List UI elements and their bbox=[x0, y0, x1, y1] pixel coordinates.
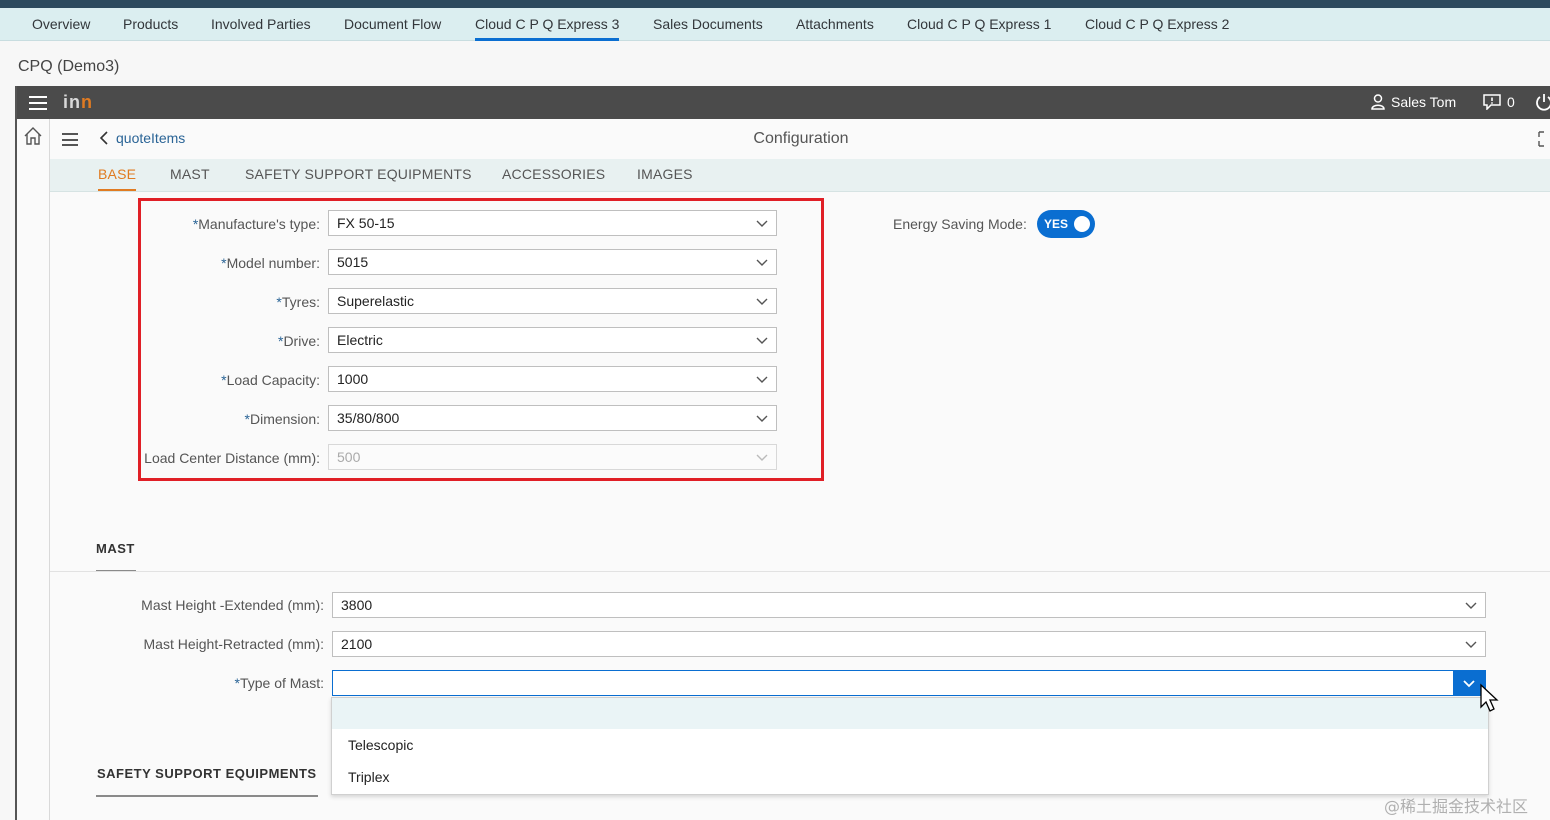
notifications[interactable]: 0 bbox=[1483, 94, 1515, 110]
tab-attachments[interactable]: Attachments bbox=[796, 8, 874, 40]
notification-count: 0 bbox=[1507, 94, 1515, 110]
logo: inn bbox=[63, 92, 93, 112]
expand-icon[interactable] bbox=[1538, 131, 1550, 147]
tab-cpq-express-3[interactable]: Cloud C P Q Express 3 bbox=[475, 8, 620, 41]
energy-saving-label: Energy Saving Mode: bbox=[893, 216, 1027, 232]
mast-height-extended-select[interactable]: 3800 bbox=[332, 592, 1486, 618]
tab-document-flow[interactable]: Document Flow bbox=[344, 8, 441, 40]
tab-safety-support-equipments[interactable]: SAFETY SUPPORT EQUIPMENTS bbox=[245, 166, 472, 182]
power-icon[interactable] bbox=[1536, 92, 1550, 112]
home-icon[interactable] bbox=[24, 127, 42, 145]
main-menu-icon[interactable] bbox=[29, 96, 47, 110]
page-title: CPQ (Demo3) bbox=[18, 58, 120, 75]
mouse-cursor-icon bbox=[1480, 683, 1499, 712]
object-tab-bar: Overview Products Involved Parties Docum… bbox=[0, 8, 1550, 41]
tab-overview[interactable]: Overview bbox=[32, 8, 90, 40]
sub-header: quoteItems Configuration bbox=[50, 119, 1550, 160]
tab-base[interactable]: BASE bbox=[98, 166, 137, 191]
mast-height-extended-label: Mast Height -Extended (mm): bbox=[141, 597, 324, 613]
energy-saving-toggle[interactable]: YES bbox=[1037, 210, 1095, 238]
dropdown-empty-option[interactable] bbox=[332, 698, 1488, 729]
tab-sales-documents[interactable]: Sales Documents bbox=[653, 8, 763, 40]
configuration-title: Configuration bbox=[753, 130, 849, 147]
mast-height-retracted-select[interactable]: 2100 bbox=[332, 631, 1486, 657]
option-triplex[interactable]: Triplex bbox=[348, 769, 390, 785]
safety-heading-underline bbox=[96, 795, 318, 797]
type-of-mast-label: *Type of Mast: bbox=[234, 675, 325, 691]
section-tab-bar: BASE MAST SAFETY SUPPORT EQUIPMENTS ACCE… bbox=[50, 159, 1550, 192]
tab-products[interactable]: Products bbox=[123, 8, 178, 40]
type-of-mast-select[interactable] bbox=[332, 670, 1486, 696]
mast-heading: MAST bbox=[96, 541, 135, 556]
toggle-knob bbox=[1074, 216, 1090, 232]
tab-mast[interactable]: MAST bbox=[170, 166, 210, 182]
watermark: @稀土掘金技术社区 bbox=[1384, 797, 1529, 816]
user-icon bbox=[1371, 94, 1385, 110]
mast-height-retracted-label: Mast Height-Retracted (mm): bbox=[143, 636, 324, 652]
user-menu[interactable]: Sales Tom bbox=[1371, 94, 1456, 110]
notification-icon bbox=[1483, 94, 1501, 110]
top-strip bbox=[0, 0, 1550, 8]
highlight-box bbox=[138, 198, 824, 481]
chevron-down-icon bbox=[1463, 680, 1475, 688]
cpq-header: inn Sales Tom 0 bbox=[17, 86, 1550, 119]
safety-support-heading: SAFETY SUPPORT EQUIPMENTS bbox=[97, 766, 317, 781]
type-of-mast-dropdown-list: Telescopic Triplex bbox=[331, 697, 1489, 795]
option-telescopic[interactable]: Telescopic bbox=[348, 737, 413, 753]
chevron-down-icon bbox=[1465, 602, 1477, 609]
chevron-down-icon bbox=[1465, 641, 1477, 648]
tab-cpq-express-1[interactable]: Cloud C P Q Express 1 bbox=[907, 8, 1051, 40]
toggle-text: YES bbox=[1044, 217, 1069, 231]
tab-cpq-express-2[interactable]: Cloud C P Q Express 2 bbox=[1085, 8, 1229, 40]
tab-involved-parties[interactable]: Involved Parties bbox=[211, 8, 311, 40]
user-name: Sales Tom bbox=[1391, 94, 1457, 110]
tab-images[interactable]: IMAGES bbox=[637, 166, 693, 182]
divider bbox=[50, 571, 1550, 572]
left-rail bbox=[17, 119, 50, 820]
tab-accessories[interactable]: ACCESSORIES bbox=[502, 166, 605, 182]
